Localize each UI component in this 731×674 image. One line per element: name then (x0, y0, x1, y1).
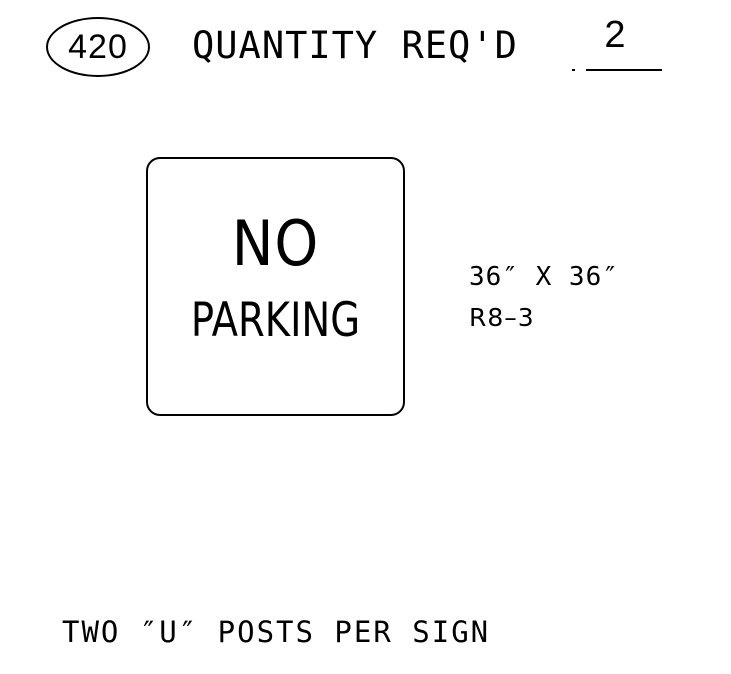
quantity-label: QUANTITY REQ'D (192, 24, 518, 67)
sign-detail-sheet: 420 QUANTITY REQ'D 2 NO PARKING 36″ X 36… (0, 0, 731, 674)
sign-code-label: R8–3 (469, 303, 535, 332)
quantity-value: 2 (604, 14, 626, 56)
sign-legend-line1: NO (231, 207, 320, 280)
posts-note: TWO ″U″ POSTS PER SIGN (62, 615, 491, 649)
quantity-blank-dot (572, 69, 575, 71)
sign-panel: NO PARKING (146, 157, 405, 416)
item-number: 420 (68, 27, 128, 66)
sign-size-label: 36″ X 36″ (469, 262, 619, 292)
sign-legend-line2: PARKING (190, 293, 361, 348)
item-number-oval: 420 (46, 17, 150, 77)
quantity-header: 420 QUANTITY REQ'D 2 (46, 12, 686, 78)
quantity-blank: 2 (572, 14, 662, 71)
quantity-underline (586, 69, 662, 71)
